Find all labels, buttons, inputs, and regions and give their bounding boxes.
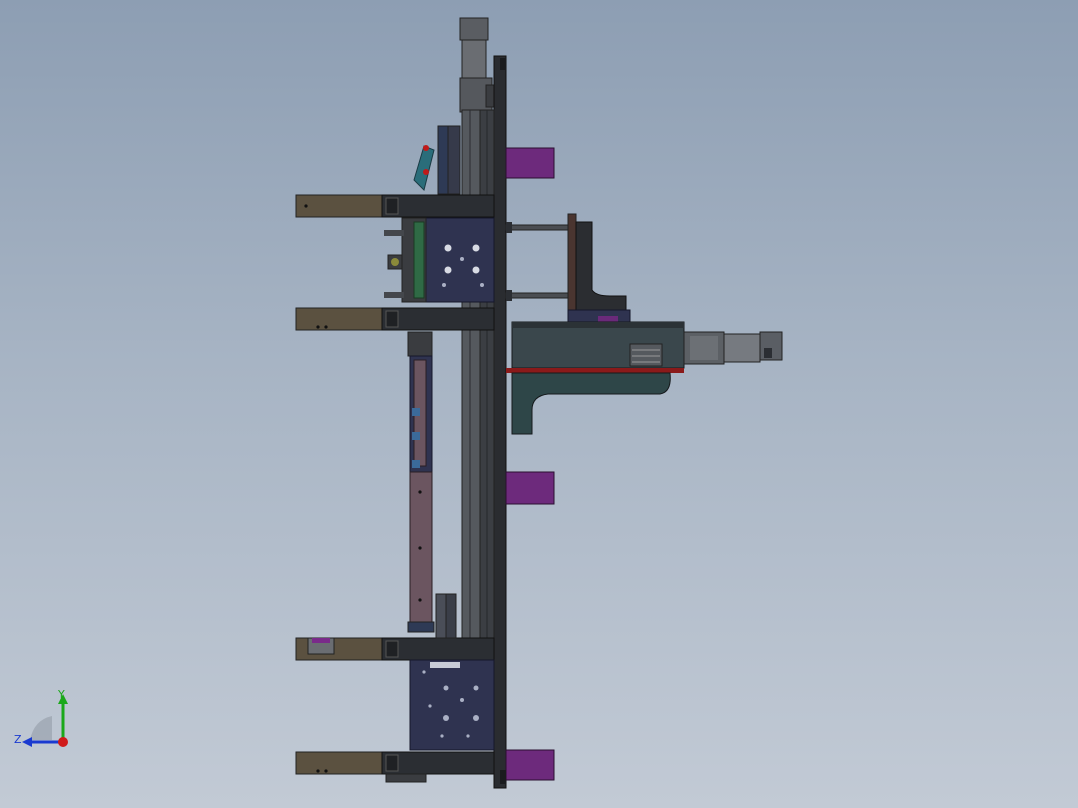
accent-red-rail [506, 368, 684, 373]
motor-housing[interactable] [506, 321, 685, 435]
middle-slide-rod[interactable] [407, 331, 435, 633]
shaft-lower [505, 292, 569, 299]
arm-bracket-4[interactable] [295, 751, 495, 783]
arm-bracket-2[interactable] [295, 307, 495, 331]
z-axis-label: Z [14, 733, 22, 746]
y-axis-label: Y [57, 688, 65, 701]
side-motor[interactable] [683, 331, 783, 365]
shaft-upper [505, 224, 569, 231]
purple-block-2[interactable] [505, 471, 555, 505]
purple-block-1[interactable] [505, 147, 555, 179]
upper-carriage-plate[interactable] [384, 217, 495, 303]
top-motor[interactable] [459, 17, 497, 113]
back-plate[interactable] [493, 55, 507, 789]
coordinate-triad: Y Z [14, 688, 68, 747]
l-bracket[interactable] [567, 213, 631, 325]
lower-carriage-plate[interactable] [409, 659, 495, 751]
cad-model-viewport[interactable] [0, 0, 1078, 808]
arm-bracket-1[interactable] [295, 194, 495, 218]
guide-rail-left [461, 109, 481, 641]
purple-block-3[interactable] [505, 749, 555, 781]
x-axis-icon [58, 737, 68, 747]
arm-bracket-3[interactable] [295, 637, 495, 661]
rotation-arc-icon [30, 716, 52, 740]
